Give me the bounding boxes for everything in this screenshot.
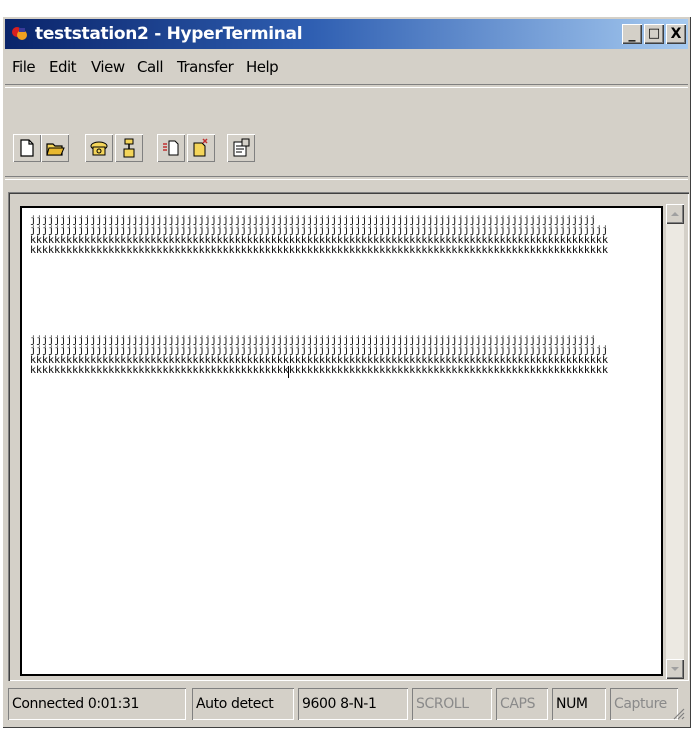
status-num-lock: NUM — [552, 688, 606, 720]
scroll-down-button[interactable] — [666, 659, 684, 679]
properties-button[interactable] — [227, 134, 255, 162]
toolbar — [5, 118, 688, 166]
status-auto-detect: Auto detect — [192, 688, 294, 720]
status-port-settings: 9600 8-N-1 — [298, 688, 408, 720]
terminal-line: kkkkkkkkkkkkkkkkkkkkkkkkkkkkkkkkkkkkkkkk… — [30, 245, 608, 256]
disconnect-icon — [123, 138, 135, 158]
toolbar-separator — [5, 176, 688, 180]
new-connection-button[interactable] — [13, 134, 41, 162]
window-title: teststation2 - HyperTerminal — [35, 24, 303, 44]
menu-help[interactable]: Help — [246, 58, 279, 76]
status-capture: Capture — [610, 688, 678, 720]
resize-grip-icon[interactable] — [671, 706, 685, 720]
menu-call[interactable]: Call — [137, 58, 164, 76]
maximize-button[interactable]: □ — [644, 24, 664, 44]
hyperterminal-app-icon[interactable] — [11, 25, 29, 43]
menu-bar: File Edit View Call Transfer Help — [5, 52, 688, 82]
phone-call-icon — [90, 141, 108, 156]
send-button[interactable] — [157, 134, 185, 162]
menu-view[interactable]: View — [91, 58, 125, 76]
menu-file[interactable]: File — [12, 58, 36, 76]
terminal-line: kkkkkkkkkkkkkkkkkkkkkkkkkkkkkkkkkkkkkkkk… — [30, 365, 608, 376]
scroll-up-button[interactable] — [666, 204, 684, 224]
status-caps-lock: CAPS — [496, 688, 548, 720]
terminal-screen[interactable]: jjjjjjjjjjjjjjjjjjjjjjjjjjjjjjjjjjjjjjjj… — [20, 206, 663, 676]
open-folder-icon — [46, 143, 65, 156]
disconnect-button[interactable] — [115, 134, 143, 162]
new-document-icon — [20, 139, 34, 157]
vertical-scrollbar[interactable] — [666, 204, 684, 679]
status-bar: Connected 0:01:31 Auto detect 9600 8-N-1… — [6, 686, 687, 724]
receive-button[interactable] — [187, 134, 215, 162]
status-connection-time: Connected 0:01:31 — [8, 688, 186, 720]
arrow-down-icon — [671, 667, 679, 671]
menu-transfer[interactable]: Transfer — [177, 58, 234, 76]
call-button[interactable] — [85, 134, 113, 162]
send-file-icon — [163, 140, 179, 156]
properties-icon — [233, 138, 250, 157]
arrow-up-icon — [671, 212, 679, 216]
close-button[interactable]: X — [666, 24, 686, 44]
open-button[interactable] — [41, 134, 69, 162]
receive-file-icon — [193, 138, 208, 157]
text-cursor — [288, 366, 289, 378]
menu-separator — [5, 84, 688, 88]
menu-edit[interactable]: Edit — [49, 58, 77, 76]
hyperterminal-window: teststation2 - HyperTerminal _ □ X File … — [2, 16, 691, 728]
title-bar[interactable]: teststation2 - HyperTerminal _ □ X — [5, 19, 688, 49]
minimize-button[interactable]: _ — [622, 24, 642, 44]
status-scroll-lock: SCROLL — [412, 688, 492, 720]
